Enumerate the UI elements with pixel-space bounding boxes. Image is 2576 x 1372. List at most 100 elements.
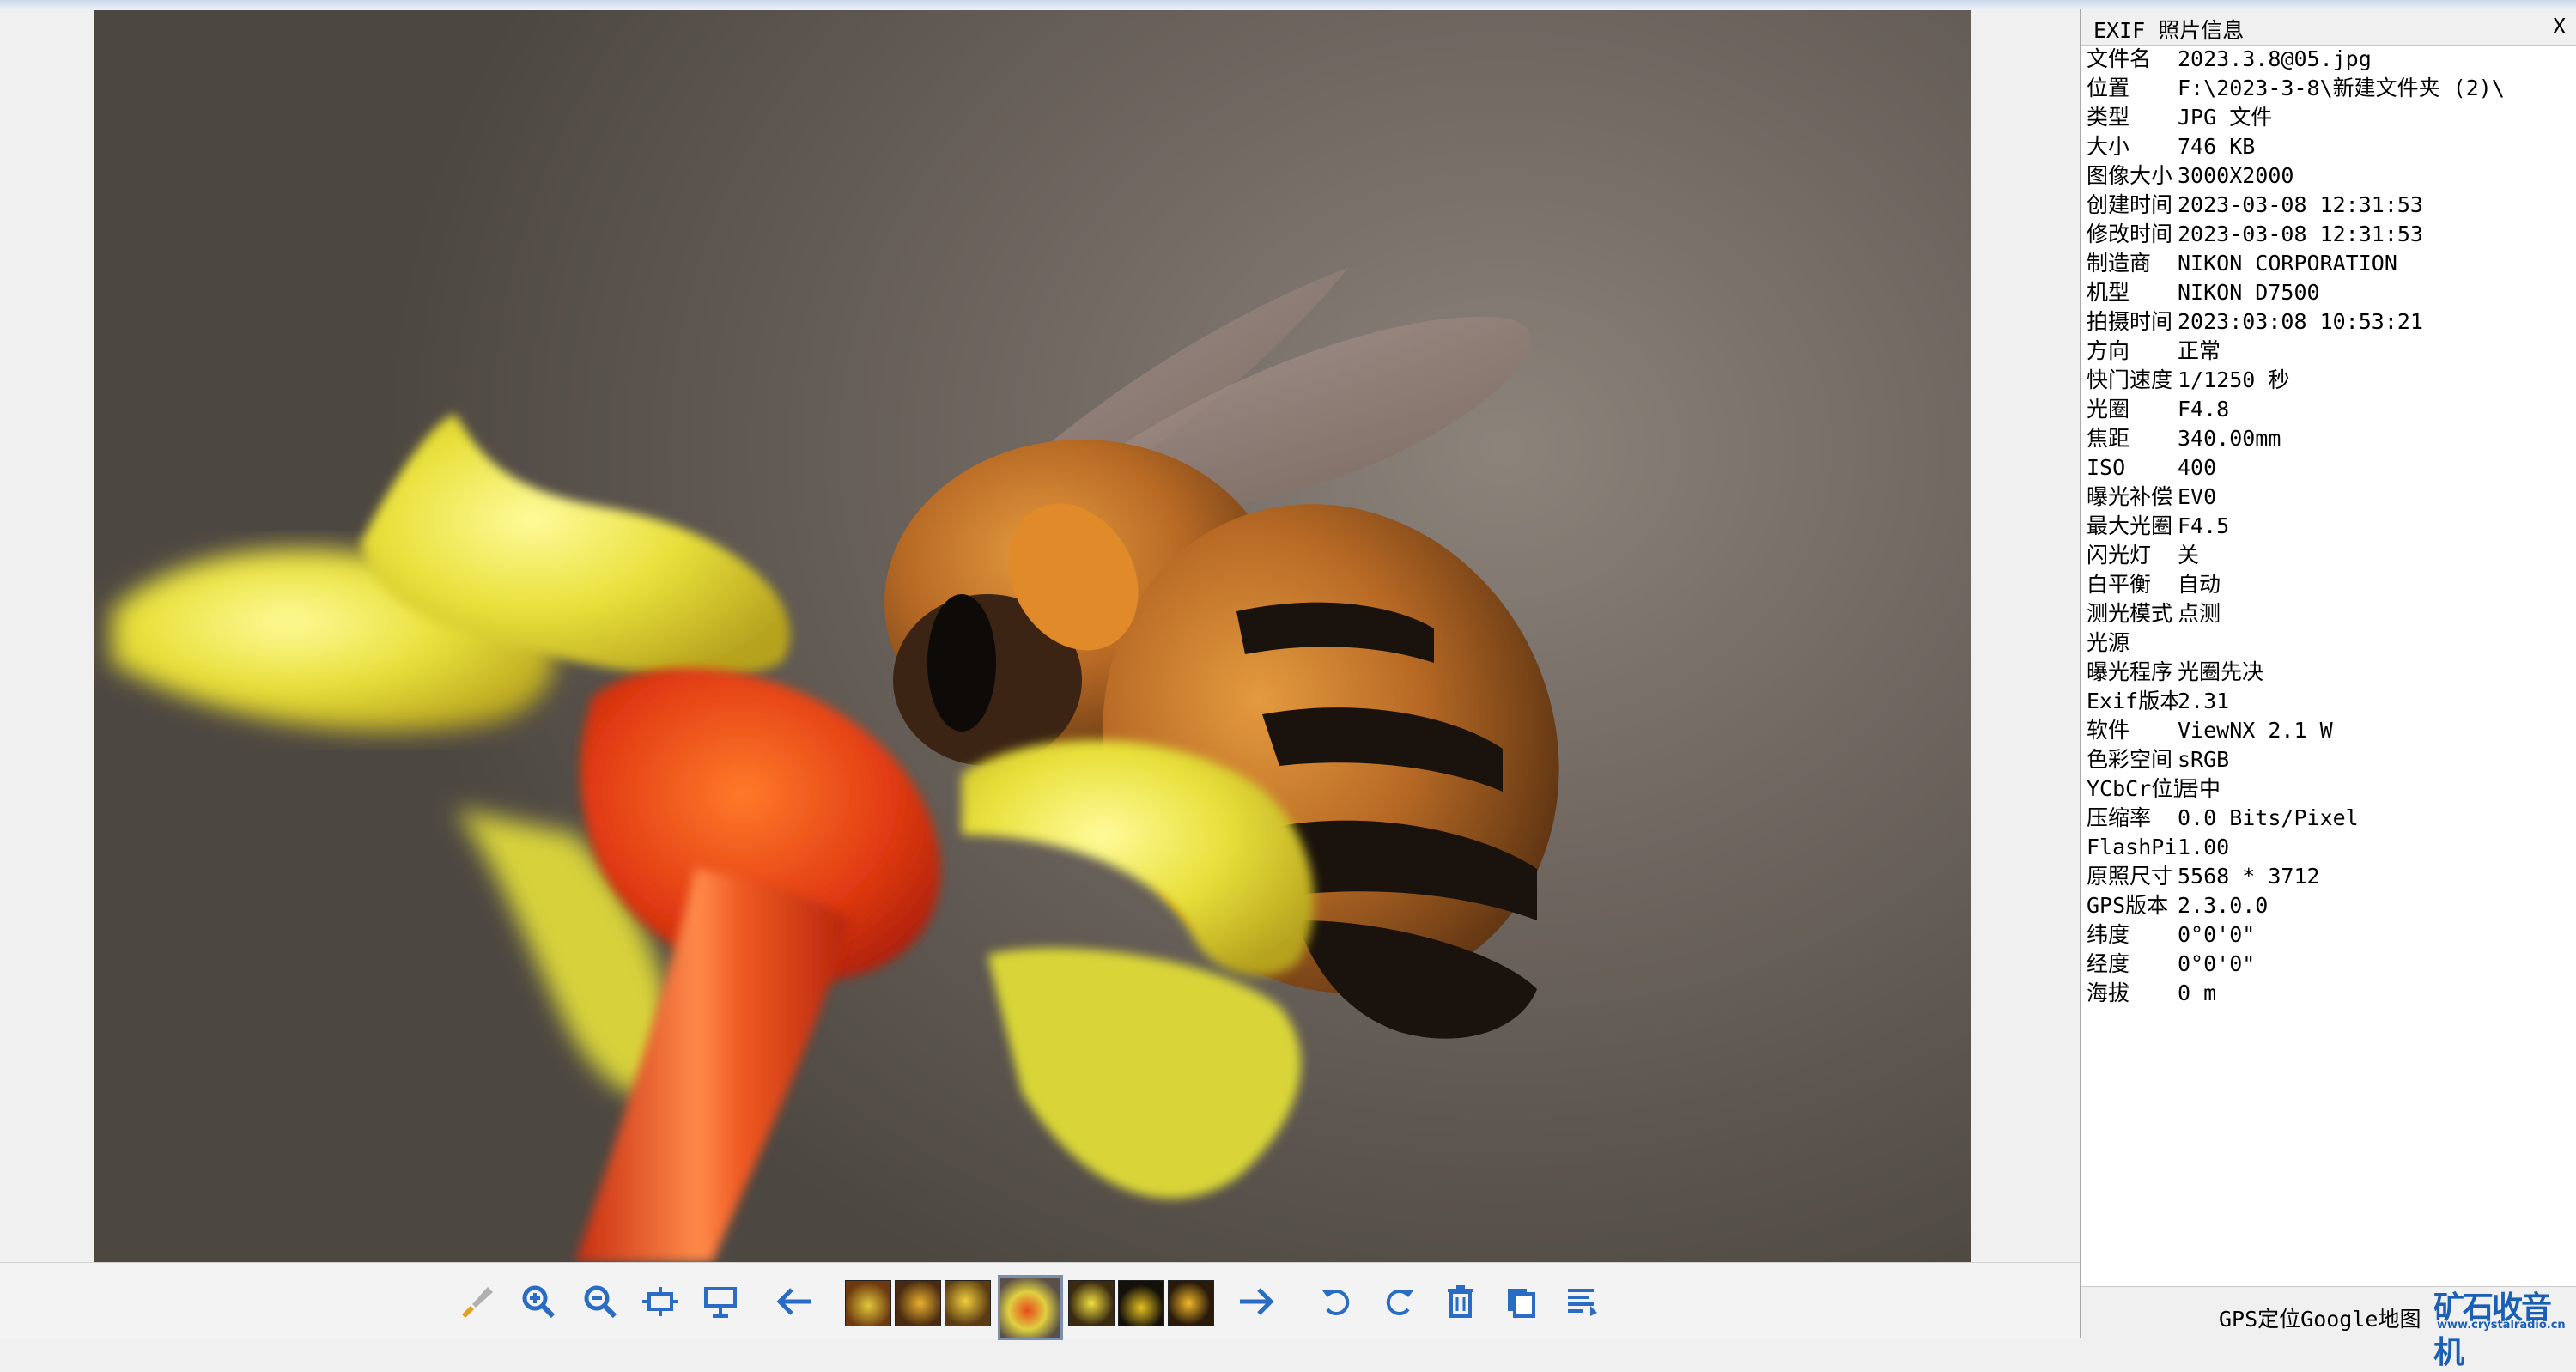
exif-field-label: GPS版本 xyxy=(2087,893,2169,918)
delete-button[interactable] xyxy=(1439,1280,1482,1323)
exif-panel-header: EXIF 照片信息 X xyxy=(2081,9,2576,46)
exif-field-value: 3000X2000 xyxy=(2178,163,2294,188)
exif-field-value: 0°0'0" xyxy=(2178,951,2256,976)
gps-google-map-link[interactable]: GPS定位Google地图 xyxy=(2219,1302,2421,1333)
exif-field-label: 快门速度 xyxy=(2087,367,2173,392)
exif-field-label: 大小 xyxy=(2087,134,2130,159)
exif-field-label: ISO xyxy=(2087,455,2126,480)
watermark-url: www.crystalradio.cn xyxy=(2437,1319,2566,1332)
exif-field-label: 修改时间 xyxy=(2087,222,2173,246)
exif-panel-title: EXIF 照片信息 xyxy=(2093,18,2245,43)
exif-field-value: 2.31 xyxy=(2178,689,2230,713)
exif-field-value: 居中 xyxy=(2178,776,2221,801)
exif-field-value: 5568 * 3712 xyxy=(2178,864,2320,889)
exif-field-value: 2.3.0.0 xyxy=(2178,893,2269,918)
arrow-left-icon xyxy=(776,1288,811,1315)
exif-row: 拍摄时间 2023:03:08 10:53:21 xyxy=(2087,307,2576,337)
exif-field-value: F4.5 xyxy=(2178,513,2230,538)
exif-row: GPS版本 2.3.0.0 xyxy=(2087,891,2576,920)
zoom-out-icon xyxy=(584,1285,617,1319)
exif-row: 白平衡 自动 xyxy=(2087,570,2576,599)
next-button[interactable] xyxy=(1235,1280,1278,1323)
exif-row: 快门速度 1/1250 秒 xyxy=(2087,366,2576,395)
rotate-left-button[interactable] xyxy=(1315,1280,1358,1323)
exif-field-value: EV0 xyxy=(2178,484,2217,509)
exif-field-value: 2023-03-08 12:31:53 xyxy=(2178,222,2423,246)
exif-row: 原照尺寸 5568 * 3712 xyxy=(2087,862,2576,891)
exif-field-label: 压缩率 xyxy=(2087,805,2152,830)
exif-panel: EXIF 照片信息 X 文件名 2023.3.8@05.jpg 位置 F:\2023-… xyxy=(2080,9,2576,1339)
exif-row: 制造商 NIKON CORPORATION xyxy=(2087,249,2576,278)
exif-row: 闪光灯 关 xyxy=(2087,541,2576,570)
previous-button[interactable] xyxy=(773,1280,816,1323)
fit-window-button[interactable] xyxy=(639,1280,682,1323)
exif-row: 曝光程序 光圈先决 xyxy=(2087,658,2576,687)
image-viewer[interactable] xyxy=(0,9,2080,1262)
bottom-toolbar xyxy=(0,1262,2080,1340)
exif-field-value: NIKON D7500 xyxy=(2178,280,2320,305)
exif-row: 海拔 0 m xyxy=(2087,979,2576,1008)
exif-row: ISO 400 xyxy=(2087,453,2576,483)
rotate-right-button[interactable] xyxy=(1377,1280,1420,1323)
thumbnail-4-selected[interactable] xyxy=(998,1275,1063,1340)
exif-row: 位置 F:\2023-3-8\新建文件夹 (2)\ xyxy=(2087,74,2576,103)
exif-row: 方向 正常 xyxy=(2087,337,2576,366)
brush-button[interactable] xyxy=(455,1280,498,1323)
thumbnail-6[interactable] xyxy=(1118,1280,1164,1326)
copy-button[interactable] xyxy=(1499,1280,1542,1323)
thumbnail-1[interactable] xyxy=(845,1280,891,1326)
site-watermark-logo: 矿石收音机 www.crystalradio.cn xyxy=(2433,1283,2576,1370)
info-list-icon xyxy=(1568,1289,1597,1316)
exif-row: 曝光补偿 EV0 xyxy=(2087,483,2576,512)
exif-row: 修改时间 2023-03-08 12:31:53 xyxy=(2087,220,2576,249)
exif-field-label: 光圈 xyxy=(2087,397,2130,422)
exif-field-label: 经度 xyxy=(2087,951,2130,976)
exif-field-label: 创建时间 xyxy=(2087,192,2173,217)
exif-field-value: 1.00 xyxy=(2178,835,2230,859)
exif-field-label: 曝光补偿 xyxy=(2087,484,2173,509)
exif-field-value: 关 xyxy=(2178,543,2200,568)
exif-row: 光圈 F4.8 xyxy=(2087,395,2576,424)
main-photo[interactable] xyxy=(94,10,1971,1262)
thumbnail-5[interactable] xyxy=(1068,1280,1115,1326)
zoom-in-icon xyxy=(522,1285,556,1319)
exif-field-label: 类型 xyxy=(2087,105,2130,130)
exif-field-value: F:\2023-3-8\新建文件夹 (2)\ xyxy=(2178,76,2505,100)
exif-field-label: 拍摄时间 xyxy=(2087,309,2173,334)
exif-field-value: 1/1250 秒 xyxy=(2178,367,2290,392)
slideshow-button[interactable] xyxy=(699,1280,742,1323)
exif-field-value: 自动 xyxy=(2178,572,2221,597)
exif-row: FlashPix1.00 xyxy=(2087,833,2576,862)
exif-field-value: NIKON CORPORATION xyxy=(2178,251,2397,276)
info-button[interactable] xyxy=(1561,1280,1604,1323)
thumbnail-7[interactable] xyxy=(1168,1280,1214,1326)
rotate-right-icon xyxy=(1386,1290,1413,1315)
exif-field-label: 焦距 xyxy=(2087,426,2130,451)
close-icon[interactable]: X xyxy=(2553,14,2566,39)
exif-field-value: 2023.3.8@05.jpg xyxy=(2178,46,2372,71)
arrow-right-icon xyxy=(1240,1288,1274,1315)
slideshow-icon xyxy=(704,1287,737,1318)
zoom-out-button[interactable] xyxy=(579,1280,622,1323)
exif-row: 纬度 0°0'0" xyxy=(2087,920,2576,950)
exif-field-label: 机型 xyxy=(2087,280,2130,305)
exif-field-label: 海拔 xyxy=(2087,980,2130,1005)
thumbnail-2[interactable] xyxy=(895,1280,941,1326)
exif-field-label: 色彩空间 xyxy=(2087,747,2173,772)
exif-field-label: 文件名 xyxy=(2087,46,2152,71)
rotate-left-icon xyxy=(1322,1290,1350,1315)
exif-field-value: 光圈先决 xyxy=(2178,659,2264,684)
exif-field-label: 白平衡 xyxy=(2087,572,2152,597)
exif-field-value: 点测 xyxy=(2178,601,2221,626)
exif-row: 软件 ViewNX 2.1 W xyxy=(2087,716,2576,745)
zoom-in-button[interactable] xyxy=(517,1280,560,1323)
exif-field-label: 制造商 xyxy=(2087,251,2152,276)
exif-row: 文件名 2023.3.8@05.jpg xyxy=(2087,45,2576,74)
copy-icon xyxy=(1508,1289,1535,1318)
thumbnail-3[interactable] xyxy=(945,1280,991,1326)
exif-row: Exif版本 2.31 xyxy=(2087,687,2576,716)
exif-field-label: Exif版本 xyxy=(2087,689,2178,713)
exif-row: YCbCr位置居中 xyxy=(2087,774,2576,804)
exif-field-value: 正常 xyxy=(2178,338,2221,363)
exif-field-value: sRGB xyxy=(2178,747,2230,772)
